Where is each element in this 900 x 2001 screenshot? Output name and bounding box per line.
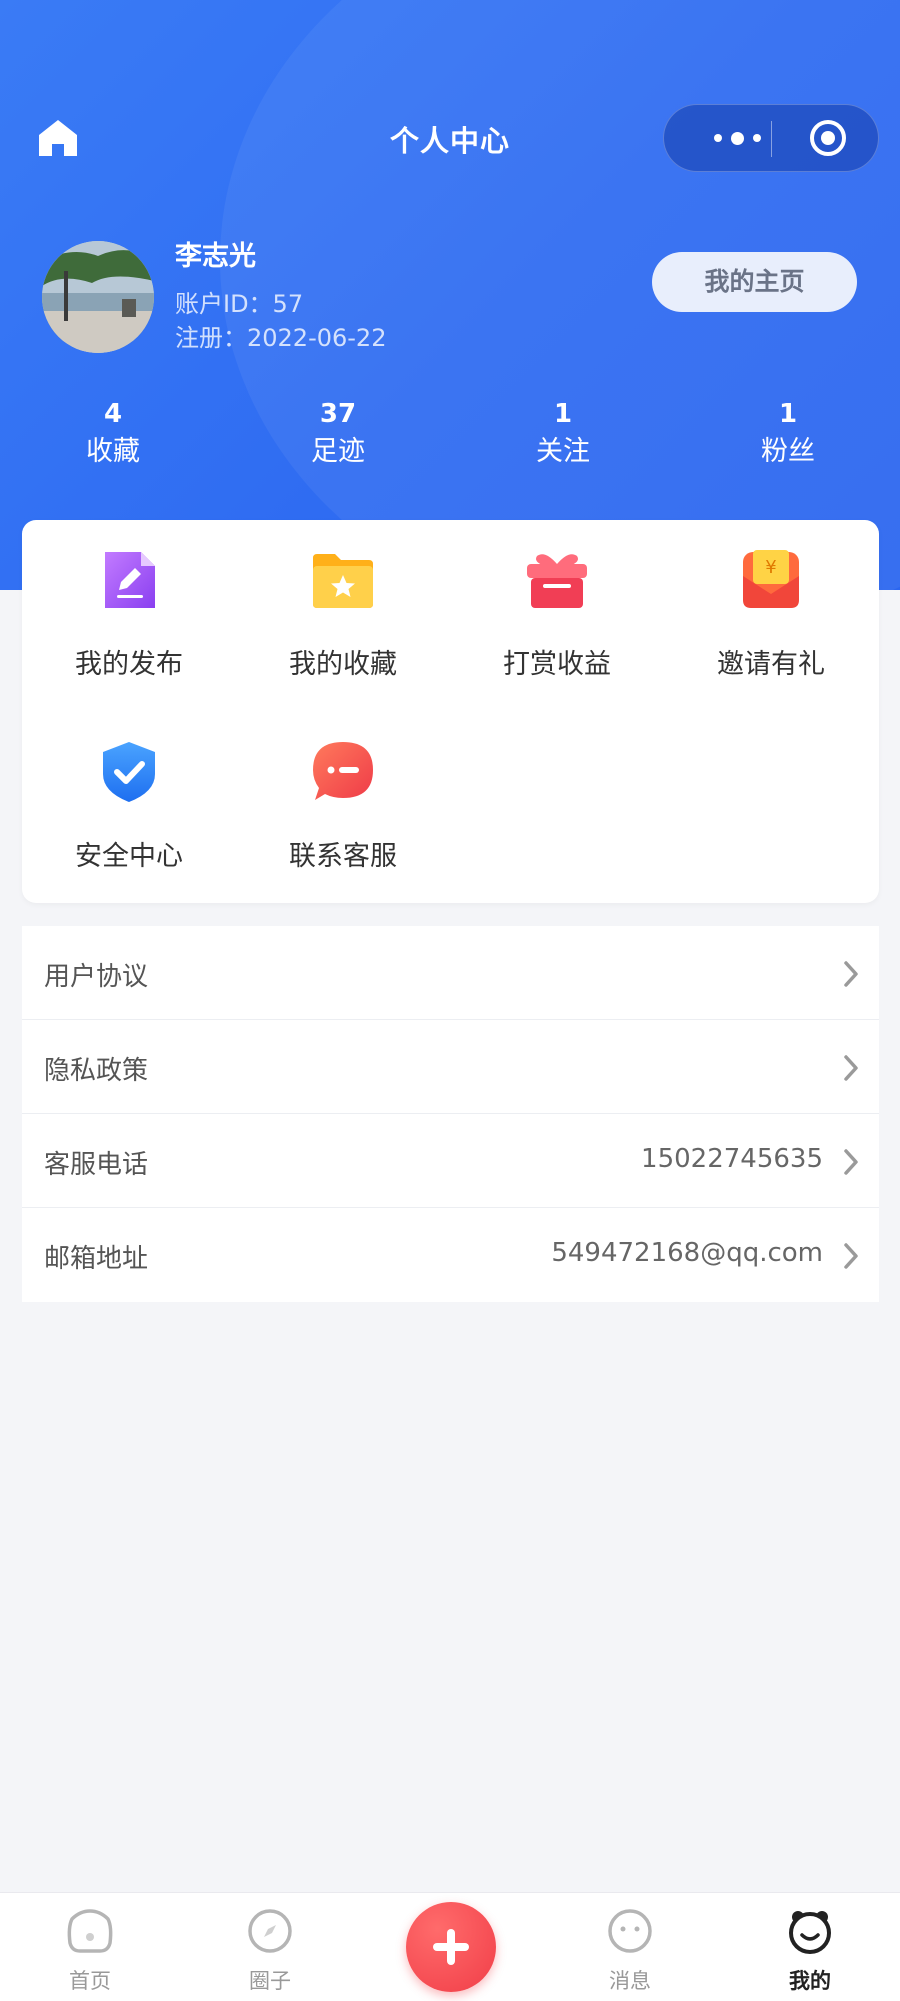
grid-item-label: 安全中心: [75, 841, 183, 872]
account-id: 账户ID：57: [175, 290, 304, 318]
grid-item-invite-rewards[interactable]: ¥ 邀请有礼: [664, 520, 878, 680]
stat-value: 1: [553, 399, 573, 429]
stat-value: 4: [103, 399, 123, 429]
stat-following[interactable]: 1 关注: [483, 398, 643, 472]
tab-home[interactable]: 首页: [30, 1893, 150, 2001]
avatar-photo: [42, 241, 154, 353]
grid-item-tip-earnings[interactable]: 打赏收益: [450, 520, 664, 680]
stat-value: 1: [778, 399, 798, 429]
list-item-value: 549472168@qq.com: [551, 1238, 823, 1268]
register-date: 注册：2022-06-22: [175, 324, 387, 352]
chevron-right-icon: [844, 1055, 858, 1081]
compass-icon: [248, 1909, 292, 1953]
target-icon[interactable]: [808, 118, 848, 158]
capsule-divider: [771, 121, 772, 157]
tab-messages[interactable]: 消息: [570, 1893, 690, 2001]
grid-item-label: 我的收藏: [289, 649, 397, 680]
stat-label: 足迹: [311, 436, 365, 467]
tab-circle[interactable]: 圈子: [210, 1893, 330, 2001]
list-item-label: 邮箱地址: [44, 1244, 149, 1274]
stat-value: 37: [319, 399, 357, 429]
tab-label: 首页: [69, 1969, 111, 1993]
publish-button[interactable]: [406, 1902, 496, 1992]
grid-item-my-posts[interactable]: 我的发布: [22, 520, 236, 680]
profile-face-icon: [789, 1911, 831, 1954]
stat-label: 收藏: [86, 436, 140, 467]
grid-item-security-center[interactable]: 安全中心: [22, 712, 236, 872]
more-dots-icon[interactable]: [692, 105, 782, 171]
miniprogram-capsule[interactable]: [663, 104, 879, 172]
list-item-label: 隐私政策: [44, 1056, 149, 1086]
stat-footprints[interactable]: 37 足迹: [258, 398, 418, 472]
grid-item-my-favorites[interactable]: 我的收藏: [236, 520, 450, 680]
list-item-email[interactable]: 邮箱地址 549472168@qq.com: [22, 1208, 879, 1302]
tab-label: 圈子: [249, 1969, 291, 1993]
home-tab-icon: [67, 1909, 113, 1953]
stat-favorites[interactable]: 4 收藏: [33, 398, 193, 472]
grid-item-label: 联系客服: [289, 841, 397, 872]
red-envelope-icon: ¥: [743, 550, 799, 608]
plus-icon-vertical: [447, 1929, 455, 1965]
grid-item-contact-support[interactable]: 联系客服: [236, 712, 450, 872]
gift-icon: [527, 554, 587, 608]
stat-followers[interactable]: 1 粉丝: [708, 398, 868, 472]
grid-item-label: 打赏收益: [503, 649, 611, 680]
list-item-user-agreement[interactable]: 用户协议: [22, 926, 879, 1020]
chevron-right-icon: [844, 1149, 858, 1175]
grid-item-label: 邀请有礼: [717, 649, 825, 680]
shield-check-icon: [103, 742, 155, 802]
stats-row: 4 收藏 37 足迹 1 关注 1 粉丝: [0, 398, 900, 478]
edit-document-icon: [105, 552, 155, 608]
chevron-right-icon: [844, 961, 858, 987]
list-item-support-phone[interactable]: 客服电话 15022745635: [22, 1114, 879, 1208]
grid-item-label: 我的发布: [75, 649, 183, 680]
tab-label: 消息: [609, 1969, 651, 1993]
tab-mine[interactable]: 我的: [750, 1893, 870, 2001]
svg-text:¥: ¥: [765, 557, 776, 578]
settings-list: 用户协议 隐私政策 客服电话 15022745635 邮箱地址 54947216…: [22, 926, 879, 1302]
stat-label: 关注: [536, 436, 590, 467]
stat-label: 粉丝: [761, 436, 815, 467]
avatar[interactable]: [42, 241, 154, 353]
list-item-label: 客服电话: [44, 1150, 149, 1180]
username: 李志光: [175, 241, 256, 272]
my-homepage-button[interactable]: 我的主页: [652, 252, 857, 312]
chevron-right-icon: [844, 1243, 858, 1269]
list-item-label: 用户协议: [44, 962, 149, 992]
star-folder-icon: [313, 554, 373, 608]
chat-bubble-icon: [313, 742, 373, 800]
message-face-icon: [608, 1909, 652, 1953]
list-item-value: 15022745635: [641, 1144, 823, 1174]
feature-grid: 我的发布 我的收藏 打赏收益 ¥ 邀请有礼 安全中心 联系客服: [22, 520, 879, 903]
tab-label: 我的: [789, 1969, 831, 1993]
list-item-privacy-policy[interactable]: 隐私政策: [22, 1020, 879, 1114]
